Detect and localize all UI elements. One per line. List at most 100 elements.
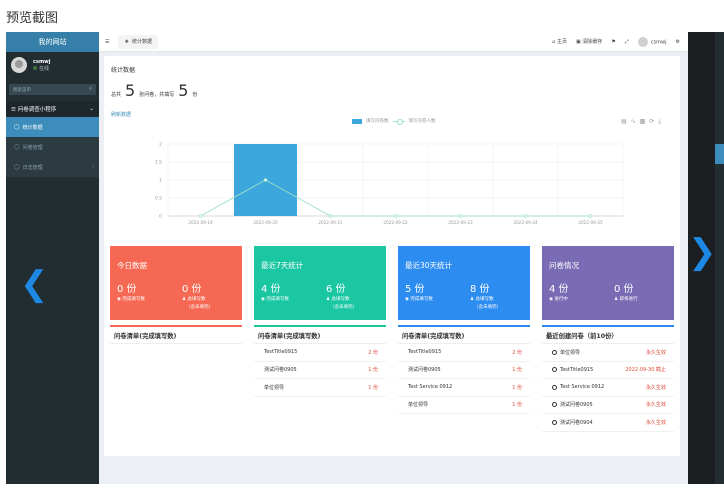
line-chart-icon[interactable]: ∿ (631, 118, 636, 126)
list-item[interactable]: TestTitle0915 2 份 (398, 344, 530, 362)
chart-point (393, 214, 398, 218)
sidebar-search[interactable]: 搜索菜单 ⚲ (9, 84, 96, 95)
card-label-upcoming: ♟ 即将进行 (614, 297, 638, 302)
chevron-left-icon[interactable]: ❮ (20, 264, 49, 304)
x-tick-label: 2022-09-22 (383, 220, 408, 225)
clear-cache-link[interactable]: ▣ 清除缓存 (576, 38, 602, 45)
sidebar-item-label: 问卷管理 (22, 144, 43, 151)
x-tick-label: 2022-09-24 (513, 220, 538, 225)
list-item-value: 永久生效 (645, 384, 666, 391)
sidebar-group[interactable]: ☰ 问卷调查小程序 ⌄ (6, 101, 99, 117)
list-item-name: TestTitle0915 (552, 367, 593, 373)
card-label-text: 总填写数 (187, 297, 206, 302)
card-label-total: ♟ 总填写数 (470, 297, 494, 302)
card-value-upcoming: 0 份 (614, 284, 634, 295)
list-item[interactable]: 单位领导 1 份 (398, 397, 530, 414)
card-label-ongoing: ◉ 进行中 (549, 297, 568, 302)
list-item[interactable]: TestTitle0915 2022-09-30 截止 (542, 362, 674, 379)
card-value-total: 6 份 (326, 284, 346, 295)
chart-point (198, 214, 203, 218)
tab-stats[interactable]: ❖ 统计数据 (118, 34, 158, 49)
list-item-name: 测试问卷0905 (408, 366, 441, 373)
list-title: 问卷清单(完成填写数) (398, 327, 530, 344)
list-item[interactable]: 测试问卷0905 1 份 (398, 362, 530, 379)
list-item-value: 永久生效 (645, 419, 666, 426)
chart-legend: 填写问卷数 填写问卷人数 (352, 118, 436, 125)
chevron-down-icon: ⌄ (89, 106, 94, 112)
home-link[interactable]: ⌂ 主页 (552, 38, 567, 45)
sidebar-item-logs[interactable]: ◯ 日志管理 ‹ (6, 157, 99, 177)
legend-line-label[interactable]: 填写问卷人数 (409, 118, 436, 124)
search-icon[interactable]: ⚲ (89, 87, 92, 92)
list-item-name: TestTitle0915 (264, 349, 297, 355)
questionnaire-list: 问卷清单(完成填写数) (110, 325, 242, 344)
list-item-name: Test Service 0912 (552, 384, 604, 390)
card-label-completed: ◉ 完成填写数 (405, 297, 433, 302)
page-title: 统计数据 (111, 67, 136, 74)
translate-icon[interactable]: ⚑ (611, 39, 615, 45)
avatar (11, 57, 27, 73)
user-menu-name: csmwj (650, 39, 667, 45)
summary-mid: 张问卷，共填写 (139, 92, 175, 98)
y-tick-label: 1.5 (155, 160, 162, 166)
list-item-label: 测试问卷0905 (560, 402, 593, 409)
card-value-completed: 5 份 (405, 284, 425, 295)
search-input[interactable]: 搜索菜单 (13, 87, 31, 93)
legend-bar-label[interactable]: 填写问卷数 (366, 118, 389, 124)
card-label-completed: ◉ 完成填写数 (261, 297, 289, 302)
list-item-value: 1 份 (512, 384, 522, 391)
sidebar-item-label: 统计数据 (22, 124, 43, 131)
menu-toggle-icon[interactable]: ☰ (105, 39, 109, 45)
user-menu[interactable]: csmwj (637, 36, 667, 47)
list-item[interactable]: 测试问卷0904 永久生效 (542, 414, 674, 432)
list-item-value: 2022-09-30 截止 (625, 367, 666, 374)
list-item[interactable]: Test Service 0912 永久生效 (542, 379, 674, 397)
fullscreen-icon[interactable]: ⤢ (625, 39, 629, 45)
sidebar: 我的网站 csmwj 在线 搜索菜单 ⚲ ☰ 问卷调查小程序 ⌄ ◯ 统计数据 … (6, 32, 99, 484)
stats-cards: 今日数据 0 份 0 份 ◉ 完成填写数 ♟ 总填写数 （含未填完） 最近7天统… (110, 246, 674, 320)
card-label-total: ♟ 总填写数 (326, 297, 350, 302)
summary-suffix: 份 (192, 92, 198, 98)
list-item[interactable]: Test Service 0912 1 份 (398, 379, 530, 397)
tab-label: 统计数据 (131, 39, 152, 45)
settings-icon[interactable]: ⚙ (676, 39, 680, 45)
home-label: 主页 (556, 39, 567, 45)
screenshot-frame: 我的网站 csmwj 在线 搜索菜单 ⚲ ☰ 问卷调查小程序 ⌄ ◯ 统计数据 … (6, 32, 718, 484)
card-value-completed: 0 份 (117, 284, 137, 295)
circle-icon (552, 367, 557, 373)
refresh-link[interactable]: 刷新数据 (111, 111, 131, 118)
circle-icon: ◯ (14, 164, 20, 170)
card-label-text: 总填写数 (475, 297, 494, 302)
legend-bar-swatch[interactable] (352, 118, 362, 124)
list-item-value: 1 份 (512, 367, 522, 374)
card-label-total: ♟ 总填写数 (182, 297, 206, 302)
circle-icon (552, 402, 557, 408)
card-title: 问卷情况 (549, 261, 579, 270)
data-view-icon[interactable]: ▤ (621, 118, 627, 126)
sidebar-item-stats[interactable]: ◯ 统计数据 (6, 117, 99, 137)
card-7days: 最近7天统计 4 份 6 份 ◉ 完成填写数 ♟ 总填写数 （含未填完） (254, 246, 386, 320)
stats-chart: 0 0.5 1 1.5 2 2022-09-19 2022-09-20 2022-09-21 2… (155, 142, 624, 225)
user-status: 在线 (33, 65, 50, 72)
list-item-label: TestTitle0915 (560, 366, 594, 373)
list-item[interactable]: 测试问卷0905 永久生效 (542, 397, 674, 414)
chart-point (588, 214, 593, 218)
card-label-completed: ◉ 完成填写数 (117, 297, 145, 302)
x-tick-label: 2022-09-20 (253, 220, 278, 225)
list-item-label: 测试问卷0905 (264, 367, 297, 374)
legend-line-swatch[interactable] (392, 118, 405, 125)
list-item-name: 单位领导 (408, 401, 428, 408)
bar-chart-icon[interactable]: ▩ (640, 118, 646, 126)
brand-logo[interactable]: 我的网站 (6, 32, 99, 52)
download-icon[interactable]: ⤓ (658, 118, 661, 126)
list-item-label: Test Service 0912 (408, 384, 453, 391)
list-item[interactable]: 测试问卷0905 1 份 (254, 362, 386, 379)
sidebar-item-questionnaires[interactable]: ◯ 问卷管理 (6, 137, 99, 157)
dashboard-icon: ❖ (124, 38, 129, 45)
list-item[interactable]: 单位领导 永久生效 (542, 344, 674, 362)
restore-icon[interactable]: ⟳ (649, 118, 654, 126)
chevron-right-icon[interactable]: ❯ (688, 232, 717, 272)
list-item[interactable]: 单位领导 1 份 (254, 379, 386, 397)
home-icon: ⌂ (552, 39, 556, 45)
list-item[interactable]: TestTitle0915 2 份 (254, 344, 386, 362)
